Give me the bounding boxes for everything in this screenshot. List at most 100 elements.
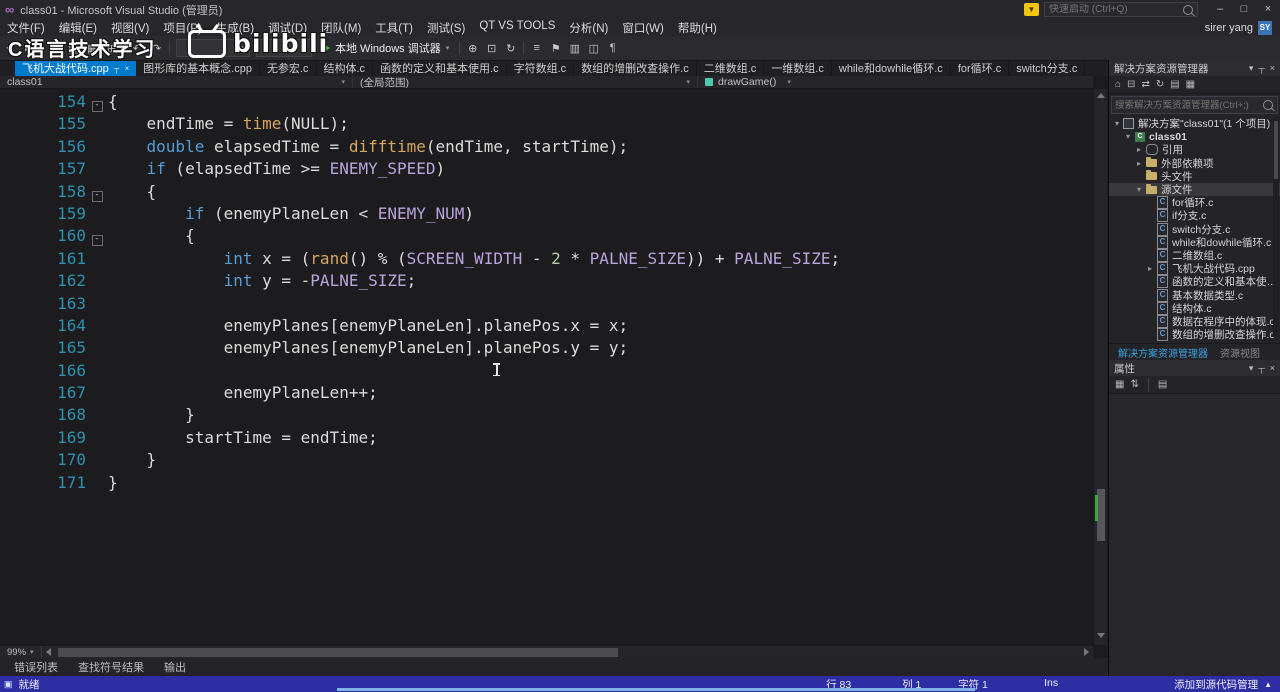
tree-scrollbar[interactable] [1273, 117, 1279, 337]
breadcrumb-scope-dropdown[interactable]: (全局范围) ▾ [353, 76, 698, 88]
dock-tab[interactable]: 解决方案资源管理器 [1113, 345, 1213, 360]
quick-launch-input[interactable] [1045, 4, 1183, 15]
tree-item[interactable]: C 函数的定义和基本使用.c [1109, 275, 1280, 289]
editor-tab[interactable]: 飞机大战代码.cpp ┬ × [15, 60, 137, 76]
code-line[interactable]: 156 double elapsedTime = difftime(endTim… [0, 136, 1093, 158]
breakpoints-window-icon[interactable]: ⊡ [482, 42, 501, 55]
user-account[interactable]: sirer yang SY [1205, 20, 1272, 35]
code-line[interactable]: 168 } [0, 404, 1093, 426]
pin-icon[interactable]: ┬ [1258, 63, 1264, 74]
background-tasks-icon[interactable]: ▣ [4, 679, 13, 690]
editor-tab[interactable]: 结构体.c [317, 60, 374, 76]
code-line[interactable]: 163 [0, 293, 1093, 315]
vertical-scrollbar-thumb[interactable] [1097, 489, 1105, 541]
code-editor[interactable]: 154-{155 endTime = time(NULL); 156 double… [0, 89, 1093, 645]
code-line[interactable]: 164 enemyPlanes[enemyPlaneLen].planePos.… [0, 315, 1093, 337]
code-line[interactable]: 161 int x = (rand() % (SCREEN_WIDTH - 2 … [0, 248, 1093, 270]
fold-marker[interactable]: - [91, 190, 103, 202]
chevron-down-icon[interactable]: ▾ [1134, 185, 1144, 194]
chevron-down-icon[interactable]: ▾ [1112, 119, 1122, 128]
home-icon[interactable]: ⌂ [1115, 79, 1121, 90]
chevron-down-icon[interactable]: ▾ [1123, 132, 1133, 141]
code-line[interactable]: 169 startTime = endTime; [0, 427, 1093, 449]
scroll-left-button[interactable] [42, 646, 56, 658]
scroll-right-button[interactable] [1079, 646, 1093, 658]
tree-item[interactable]: C 数组的增删改查操作.c [1109, 328, 1280, 342]
comment-icon[interactable]: ▥ [565, 42, 584, 55]
menu-item[interactable]: 帮助(H) [671, 19, 724, 37]
tree-item[interactable]: Cif分支.c [1109, 209, 1280, 223]
refresh-icon[interactable]: ↻ [501, 42, 520, 55]
panel-tab[interactable]: 错误列表 [6, 659, 66, 675]
maximize-button[interactable]: □ [1232, 0, 1256, 19]
code-line[interactable]: 159 if (enemyPlaneLen < ENEMY_NUM) [0, 203, 1093, 225]
editor-tab[interactable]: 函数的定义和基本使用.c [373, 60, 507, 76]
tree-item[interactable]: ▾ 解决方案"class01"(1 个项目) [1109, 117, 1280, 130]
property-pages-icon[interactable]: ▤ [1158, 379, 1167, 390]
tree-item[interactable]: ▸ C 飞机大战代码.cpp [1109, 262, 1280, 276]
panel-tab[interactable]: 查找符号结果 [70, 659, 152, 675]
tree-item[interactable]: Cswitch分支.c [1109, 222, 1280, 236]
show-all-files-icon[interactable]: ▤ [1170, 79, 1179, 90]
code-line[interactable]: 162 int y = -PALNE_SIZE; [0, 270, 1093, 292]
solution-explorer-search-box[interactable] [1111, 96, 1278, 114]
close-icon[interactable]: × [1270, 63, 1275, 74]
horizontal-scrollbar-thumb[interactable] [57, 647, 619, 657]
immediate-window-icon[interactable]: ≡ [527, 42, 546, 54]
sync-with-active-document-icon[interactable]: ⇄ [1141, 79, 1149, 90]
code-line[interactable]: 165 enemyPlanes[enemyPlaneLen].planePos.… [0, 337, 1093, 359]
window-position-icon[interactable]: ▾ [1249, 363, 1254, 374]
editor-tab[interactable]: 一维数组.c [764, 60, 832, 76]
chevron-right-icon[interactable]: ▸ [1134, 145, 1144, 154]
code-line[interactable]: 166 [0, 360, 1093, 382]
alphabetical-icon[interactable]: ⇅ [1130, 379, 1138, 390]
chevron-right-icon[interactable]: ▸ [1134, 159, 1144, 168]
tree-scrollbar-thumb[interactable] [1274, 121, 1278, 179]
pin-icon[interactable]: ┬ [114, 64, 120, 73]
tree-item[interactable]: ▸ 引用 [1109, 143, 1280, 156]
fold-marker[interactable]: - [91, 101, 103, 112]
bookmark-icon[interactable]: ⚑ [546, 42, 565, 55]
collapse-all-icon[interactable]: ⊟ [1127, 79, 1135, 90]
tree-item[interactable]: C 二维数组.c [1109, 248, 1280, 262]
formatting-icon[interactable]: ¶ [603, 42, 622, 54]
dock-tab[interactable]: 资源视图 [1215, 345, 1265, 360]
editor-tab[interactable]: 无参宏.c [260, 60, 317, 76]
editor-tab[interactable]: 二维数组.c [697, 60, 765, 76]
editor-tab[interactable]: 字符数组.c [507, 60, 575, 76]
editor-tab[interactable]: while和dowhile循环.c [832, 60, 951, 76]
scroll-down-icon[interactable] [1097, 633, 1105, 638]
pin-icon[interactable]: ┬ [1258, 363, 1264, 374]
code-line[interactable]: 158- { [0, 181, 1093, 203]
editor-tab[interactable]: 数组的增删改查操作.c [574, 60, 697, 76]
tree-item[interactable]: 头文件 [1109, 170, 1280, 183]
menu-item[interactable]: 工具(T) [368, 19, 420, 37]
tree-item[interactable]: ▾ Cclass01 [1109, 130, 1280, 143]
solution-explorer-search-input[interactable] [1112, 99, 1263, 111]
start-debug-button[interactable]: 本地 Windows 调试器 ▾ [315, 40, 456, 56]
minimize-button[interactable]: – [1208, 0, 1232, 19]
solution-explorer-header[interactable]: 解决方案资源管理器 ▾ ┬ × [1109, 60, 1280, 76]
menu-item[interactable]: 窗口(W) [615, 19, 671, 37]
menu-item[interactable]: QT VS TOOLS [472, 19, 562, 37]
tree-item[interactable]: C 基本数据类型.c [1109, 288, 1280, 302]
menu-item[interactable]: 测试(S) [420, 19, 472, 37]
chevron-right-icon[interactable]: ▸ [1145, 264, 1155, 273]
code-line[interactable]: 154-{ [0, 91, 1093, 113]
fold-marker[interactable]: - [91, 235, 103, 247]
code-line[interactable]: 171} [0, 472, 1093, 494]
refresh-icon[interactable]: ↻ [1156, 79, 1164, 90]
code-line[interactable]: 155 endTime = time(NULL); [0, 113, 1093, 135]
code-line[interactable]: 170 } [0, 449, 1093, 471]
code-line[interactable]: 157 if (elapsedTime >= ENEMY_SPEED) [0, 158, 1093, 180]
properties-header[interactable]: 属性 ▾ ┬ × [1109, 360, 1280, 376]
breadcrumb-project-dropdown[interactable]: class01 ▾ [0, 76, 353, 88]
tree-item[interactable]: ▾ 源文件 [1109, 182, 1280, 197]
tree-item[interactable]: C 结构体.c [1109, 301, 1280, 315]
menu-item[interactable]: 分析(N) [562, 19, 615, 37]
close-button[interactable]: × [1256, 0, 1280, 19]
code-line[interactable]: 167 enemyPlaneLen++; [0, 382, 1093, 404]
add-to-source-control-button[interactable]: 添加到源代码管理 ▲ [1174, 677, 1272, 692]
update-notification-icon[interactable]: ▼ [1024, 3, 1039, 16]
window-position-icon[interactable]: ▾ [1249, 63, 1254, 74]
